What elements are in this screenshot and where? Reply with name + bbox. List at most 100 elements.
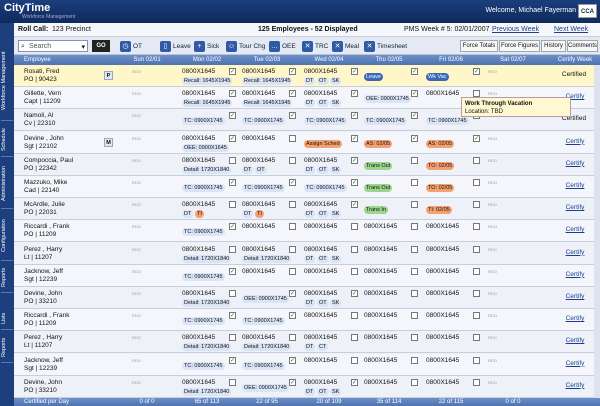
status-chip[interactable]: TC: 0900X1745 [182,184,225,192]
sidebar-tab-configuration[interactable]: Configuration [1,211,13,261]
sidebar-tab-schedule[interactable]: Schedule [1,123,13,157]
day-checkbox[interactable]: ✓ [289,290,296,297]
certify-link[interactable]: Certify [566,204,585,211]
day-checkbox[interactable] [229,290,236,297]
day-cell[interactable]: 0800X1645 Detail: 1720X1840 [180,333,238,352]
day-cell[interactable]: 0800X1645 [362,356,420,375]
day-cell[interactable]: Trans Out [362,156,420,175]
day-checkbox[interactable] [411,245,418,253]
certify-link[interactable]: Certify [566,337,585,344]
status-chip[interactable]: OEE: 0900X1745 [242,295,289,303]
status-chip[interactable]: SK [330,387,342,396]
trc-button[interactable]: ✕ TRC [302,40,328,52]
day-cell[interactable]: ✓ TC: 0900X1745 [240,311,298,330]
table-row[interactable]: Jacknow, Jeff Sgt | 12239 RDO ✓ TC: 0900X174… [14,353,600,376]
status-chip[interactable]: Recall: 1645X1945 [242,99,293,108]
day-checkbox[interactable] [411,312,418,320]
status-chip[interactable]: OT [255,165,267,174]
timesheet-button[interactable]: ✕ Timesheet [364,40,407,52]
status-chip[interactable]: Detail: 1720X1840 [182,254,232,263]
status-chip[interactable]: TC: 0900X1745 [304,184,347,192]
day-checkbox[interactable] [473,201,480,209]
day-cell[interactable]: 0800X1645 ✓ DT OT SK [302,200,360,219]
employee-cell[interactable]: Devine, John PO | 33210 [24,379,124,395]
status-chip[interactable]: TI [195,210,204,219]
table-row[interactable]: Rosati, Fred PO | 90423 P RDO 0800X1645 ✓ Reca… [14,65,600,87]
day-checkbox[interactable]: ✓ [351,201,358,209]
certify-link[interactable]: Certify [566,226,585,233]
day-checkbox[interactable]: ✓ [289,112,296,120]
day-checkbox[interactable] [351,245,358,253]
day-cell[interactable]: 0800X1645 ✓ OEE: 0900X1645 [180,134,238,153]
day-cell[interactable]: RDO [486,156,544,175]
day-cell[interactable]: 0800X1645 [424,356,482,375]
day-checkbox[interactable] [473,245,480,253]
day-cell[interactable]: 0800X1645 [240,134,298,153]
status-chip[interactable]: TC: 0900X1745 [304,117,347,126]
day-cell[interactable]: ✓ TC: 0900X1745 [180,178,238,197]
table-row[interactable]: Perez , Harry Lt | 11207 RDO 0800X1645 Detai… [14,331,600,354]
status-chip[interactable]: Recall: 1645X1945 [182,99,233,108]
status-chip[interactable]: CT [317,343,329,352]
force-totals-button[interactable]: Force Totals [460,40,498,52]
day-checkbox[interactable] [473,356,480,364]
day-cell[interactable]: ✓ TC: 0900X1745 [302,111,360,130]
day-checkbox[interactable]: ✓ [229,134,236,142]
status-chip[interactable]: DT [242,165,254,174]
day-cell[interactable]: RDO [486,378,544,397]
status-chip[interactable]: Recall: 1645X1945 [182,77,233,85]
day-cell[interactable]: 0800X1645 [424,289,482,308]
status-chip[interactable]: TC: 0900X1745 [242,117,285,126]
day-checkbox[interactable]: ✓ [473,68,480,75]
day-checkbox[interactable]: ✓ [229,223,236,231]
certify-link[interactable]: Certify [566,160,585,167]
day-checkbox[interactable]: ✓ [289,68,296,75]
day-checkbox[interactable] [473,223,480,231]
day-checkbox[interactable] [351,334,358,342]
status-chip[interactable]: OT [317,99,329,108]
day-checkbox[interactable]: ✓ [229,356,236,364]
certify-link[interactable]: Certify [566,249,585,256]
day-cell[interactable]: 0800X1645 ✓ Recall: 1645X1945 [240,67,298,86]
day-checkbox[interactable]: ✓ [229,267,236,275]
employee-cell[interactable]: McArdle, Julie PO | 22031 [24,201,124,217]
day-cell[interactable]: 0800X1645 ✓ Recall: 1645X1945 [240,89,298,108]
next-week-link[interactable]: Next Week [554,26,588,33]
day-checkbox[interactable] [411,179,418,186]
day-cell[interactable]: RDO [486,222,544,241]
day-checkbox[interactable]: ✓ [289,90,296,98]
status-chip[interactable]: Trans In [364,206,388,215]
day-checkbox[interactable] [351,267,358,275]
day-cell[interactable]: ✓ Wk Vac [424,67,482,86]
status-chip[interactable]: SK [330,165,342,174]
day-checkbox[interactable]: ✓ [411,68,418,75]
meal-button[interactable]: ✕ Meal [332,40,359,52]
day-checkbox[interactable] [289,156,296,164]
day-cell[interactable]: 0800X1645 [424,378,482,397]
status-chip[interactable]: Leave [364,73,383,81]
col-wed[interactable]: Wed 02/04 [300,55,358,65]
employee-cell[interactable]: Jacknow, Jeff Sgt | 12239 [24,268,124,284]
certify-link[interactable]: Certify [566,360,585,367]
day-checkbox[interactable] [351,223,358,231]
day-checkbox[interactable] [411,378,418,386]
table-row[interactable]: Mazzuko, Mike Cad | 22140 RDO ✓ TC: 0900X174… [14,176,600,198]
col-sat[interactable]: Sat 02/07 [484,55,542,65]
day-checkbox[interactable] [473,334,480,342]
status-chip[interactable]: Detail: 1720X1840 [242,254,292,263]
day-checkbox[interactable] [289,134,296,142]
day-checkbox[interactable]: ✓ [351,112,358,120]
employee-cell[interactable]: Perez , Harry Lt | 11207 [24,334,124,350]
day-checkbox[interactable] [473,290,480,297]
day-cell[interactable]: 0800X1645 ✓ DT OT SK [302,67,360,86]
status-chip[interactable]: OT [317,210,329,219]
day-checkbox[interactable]: ✓ [473,134,480,142]
day-cell[interactable]: ✓ TC: 0900X1745 [302,178,360,197]
day-checkbox[interactable]: ✓ [289,312,296,320]
day-checkbox[interactable] [411,156,418,164]
day-cell[interactable]: 0800X1645 DT CT [302,333,360,352]
status-chip[interactable]: Detail: 1720X1840 [182,387,232,396]
day-checkbox[interactable]: ✓ [229,179,236,186]
table-row[interactable]: McArdle, Julie PO | 22031 RDO 0800X1645 DT TI… [14,198,600,221]
certify-link[interactable]: Certify [566,293,585,300]
